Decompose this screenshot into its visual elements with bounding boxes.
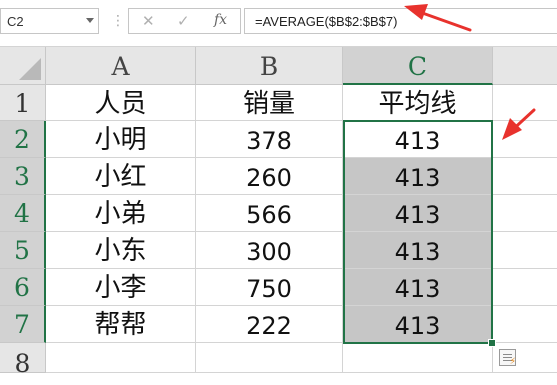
column-header-a[interactable]: A xyxy=(46,47,196,85)
cell-b8[interactable] xyxy=(196,343,343,373)
cell-b6[interactable]: 750 xyxy=(196,269,343,306)
cell-c8[interactable] xyxy=(343,343,493,373)
select-all-button[interactable] xyxy=(0,47,46,85)
cell-c7[interactable]: 413 xyxy=(343,306,493,343)
lightning-icon: ⚡ xyxy=(509,357,516,367)
cell-c1[interactable]: 平均线 xyxy=(343,85,493,121)
cell-b1[interactable]: 销量 xyxy=(196,85,343,121)
name-box[interactable]: C2 xyxy=(0,8,99,34)
cancel-icon[interactable]: ✕ xyxy=(142,12,155,30)
cell-a7[interactable]: 帮帮 xyxy=(46,306,196,343)
cell-d5[interactable] xyxy=(493,232,557,269)
cell-c2[interactable]: 413 xyxy=(343,121,493,158)
select-all-triangle-icon xyxy=(19,58,41,80)
cell-a3[interactable]: 小红 xyxy=(46,158,196,195)
cell-a4[interactable]: 小弟 xyxy=(46,195,196,232)
cell-b7[interactable]: 222 xyxy=(196,306,343,343)
formula-bar-grip-icon: ⋮ xyxy=(111,13,125,29)
chevron-down-icon[interactable] xyxy=(86,18,94,23)
column-header-d[interactable] xyxy=(493,47,557,85)
row-header-2[interactable]: 2 xyxy=(0,121,46,158)
cell-a5[interactable]: 小东 xyxy=(46,232,196,269)
enter-icon[interactable]: ✓ xyxy=(177,12,190,30)
formula-input[interactable]: =AVERAGE($B$2:$B$7) xyxy=(244,8,557,34)
row-header-3[interactable]: 3 xyxy=(0,158,46,195)
row-header-4[interactable]: 4 xyxy=(0,195,46,232)
cell-c5[interactable]: 413 xyxy=(343,232,493,269)
row-header-1[interactable]: 1 xyxy=(0,85,46,121)
fill-handle[interactable] xyxy=(488,339,496,347)
cell-d4[interactable] xyxy=(493,195,557,232)
cell-b5[interactable]: 300 xyxy=(196,232,343,269)
cell-a6[interactable]: 小李 xyxy=(46,269,196,306)
column-header-b[interactable]: B xyxy=(196,47,343,85)
row-header-5[interactable]: 5 xyxy=(0,232,46,269)
insert-function-icon[interactable]: fx xyxy=(214,12,227,28)
cell-b3[interactable]: 260 xyxy=(196,158,343,195)
name-box-value: C2 xyxy=(7,14,24,29)
formula-text: =AVERAGE($B$2:$B$7) xyxy=(255,14,398,29)
formula-bar-buttons: ✕ ✓ fx xyxy=(128,8,241,34)
row-header-7[interactable]: 7 xyxy=(0,306,46,343)
cell-a2[interactable]: 小明 xyxy=(46,121,196,158)
cell-c4[interactable]: 413 xyxy=(343,195,493,232)
quick-analysis-button[interactable]: ⚡ xyxy=(499,349,516,367)
row-header-8[interactable]: 8 xyxy=(0,343,46,378)
cell-d7[interactable] xyxy=(493,306,557,343)
column-header-c[interactable]: C xyxy=(343,47,493,85)
cell-a8[interactable] xyxy=(46,343,196,373)
row-header-6[interactable]: 6 xyxy=(0,269,46,306)
formula-bar: C2 ⋮ ✕ ✓ fx =AVERAGE($B$2:$B$7) xyxy=(0,0,557,47)
cell-d1[interactable] xyxy=(493,85,557,121)
spreadsheet-grid: A B C 1 2 3 4 5 6 7 8 人员 销量 平均线 小明 378 4… xyxy=(0,47,557,378)
cell-c3[interactable]: 413 xyxy=(343,158,493,195)
cell-c6[interactable]: 413 xyxy=(343,269,493,306)
cell-d2[interactable] xyxy=(493,121,557,158)
cell-d6[interactable] xyxy=(493,269,557,306)
cell-a1[interactable]: 人员 xyxy=(46,85,196,121)
cell-b4[interactable]: 566 xyxy=(196,195,343,232)
cell-b2[interactable]: 378 xyxy=(196,121,343,158)
cell-d3[interactable] xyxy=(493,158,557,195)
